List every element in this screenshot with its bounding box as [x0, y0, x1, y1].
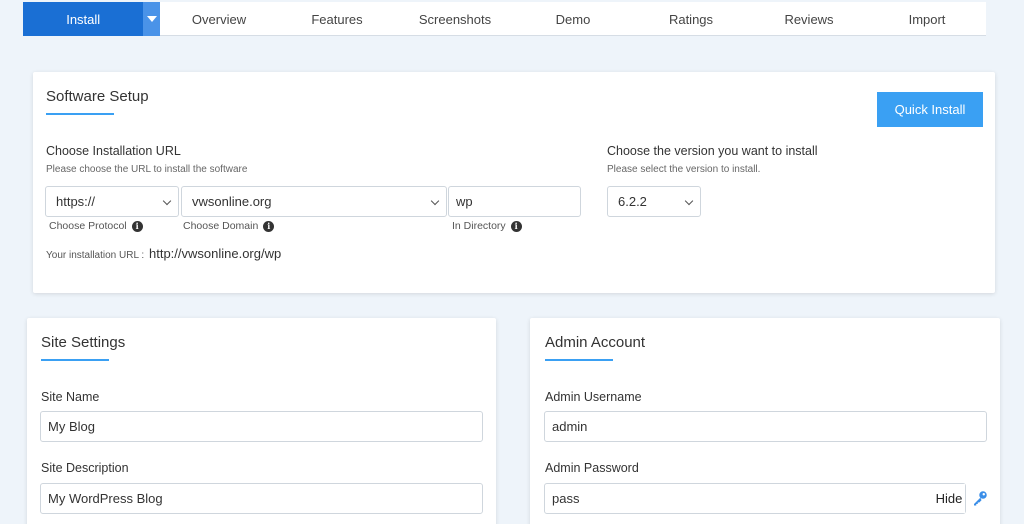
tab-import[interactable]: Import	[868, 2, 986, 36]
domain-label-text: Choose Domain	[183, 220, 259, 232]
info-icon[interactable]: i	[263, 220, 275, 232]
tab-ratings[interactable]: Ratings	[632, 2, 750, 36]
site-name-label: Site Name	[41, 390, 100, 404]
site-description-label: Site Description	[41, 461, 129, 475]
directory-input[interactable]: wp	[448, 186, 581, 217]
admin-username-input[interactable]: admin	[544, 411, 987, 442]
tab-demo[interactable]: Demo	[514, 2, 632, 36]
site-settings-underline	[41, 359, 109, 361]
installation-url-line: Your installation URL : http://vwsonline…	[46, 246, 281, 261]
site-settings-title: Site Settings	[41, 334, 126, 351]
tab-bar: Install Overview Features Screenshots De…	[23, 2, 986, 36]
tab-screenshots[interactable]: Screenshots	[396, 2, 514, 36]
info-icon[interactable]: i	[510, 220, 522, 232]
tab-reviews[interactable]: Reviews	[750, 2, 868, 36]
admin-password-value: pass	[552, 491, 580, 506]
version-value: 6.2.2	[618, 194, 647, 209]
domain-value: vwsonline.org	[192, 194, 272, 209]
installation-url-value: http://vwsonline.org/wp	[148, 246, 282, 261]
chevron-down-icon	[162, 196, 172, 206]
site-name-input[interactable]: My Blog	[40, 411, 483, 442]
domain-select[interactable]: vwsonline.org	[181, 186, 447, 217]
installation-url-caption: Your installation URL :	[46, 250, 145, 261]
version-select[interactable]: 6.2.2	[607, 186, 701, 217]
install-dropdown-button[interactable]	[143, 2, 160, 36]
info-icon[interactable]: i	[131, 220, 143, 232]
version-label: Choose the version you want to install	[607, 144, 818, 158]
protocol-label: Choose Protocol i	[49, 220, 143, 232]
protocol-select[interactable]: https://	[45, 186, 179, 217]
protocol-value: https://	[56, 194, 96, 209]
quick-install-button[interactable]: Quick Install	[877, 92, 983, 127]
chevron-down-icon	[684, 196, 694, 206]
software-setup-underline	[46, 113, 114, 115]
hide-password-button[interactable]: Hide	[933, 484, 965, 513]
key-icon[interactable]	[971, 489, 989, 507]
admin-password-input[interactable]: pass Hide	[544, 483, 966, 514]
tab-overview[interactable]: Overview	[160, 2, 278, 36]
version-hint: Please select the version to install.	[607, 164, 761, 175]
admin-account-underline	[545, 359, 613, 361]
tab-features[interactable]: Features	[278, 2, 396, 36]
admin-password-label: Admin Password	[545, 461, 639, 475]
admin-account-title: Admin Account	[545, 334, 646, 351]
directory-label: In Directory i	[452, 220, 522, 232]
caret-down-icon	[146, 16, 157, 22]
admin-username-label: Admin Username	[545, 390, 642, 404]
directory-label-text: In Directory	[452, 220, 506, 232]
protocol-label-text: Choose Protocol	[49, 220, 127, 232]
domain-label: Choose Domain i	[183, 220, 275, 232]
installation-url-label: Choose Installation URL	[46, 144, 181, 158]
tab-install[interactable]: Install	[23, 2, 144, 36]
chevron-down-icon	[430, 196, 440, 206]
software-setup-title: Software Setup	[46, 88, 149, 105]
site-description-input[interactable]: My WordPress Blog	[40, 483, 483, 514]
installation-url-hint: Please choose the URL to install the sof…	[46, 164, 248, 175]
